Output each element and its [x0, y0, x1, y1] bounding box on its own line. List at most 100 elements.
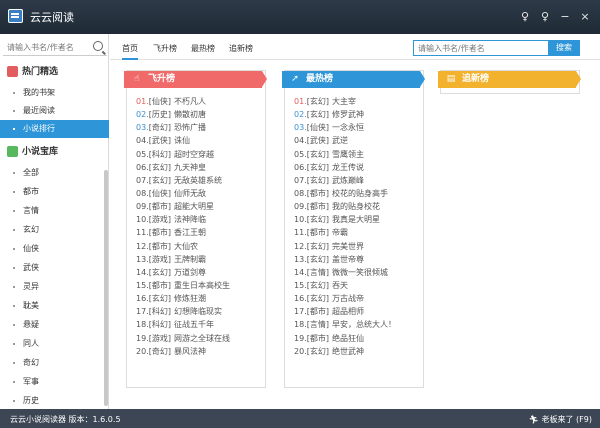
book-title-link[interactable]: 九天神皇 — [174, 163, 206, 172]
book-title-link[interactable]: 吞天 — [332, 281, 348, 290]
book-title-link[interactable]: 一念永恒 — [332, 123, 364, 132]
sidebar-item-fantasy[interactable]: 玄幻 — [0, 221, 109, 239]
sidebar-item-wuxia[interactable]: 武侠 — [0, 259, 109, 277]
book-title-link[interactable]: 万道剑尊 — [174, 268, 206, 277]
book-title-link[interactable]: 帝霸 — [332, 228, 348, 237]
sidebar-scrollbar[interactable] — [104, 170, 108, 406]
book-title-link[interactable]: 重生日本高校生 — [174, 281, 230, 290]
book-title-link[interactable]: 幻想降临现实 — [174, 307, 222, 316]
search-icon[interactable] — [93, 41, 103, 51]
ranking-row[interactable]: 10.[游戏] 法神降临 — [136, 213, 230, 226]
book-title-link[interactable]: 雪鹰领主 — [332, 150, 364, 159]
ranking-row[interactable]: 06.[玄幻] 龙王传说 — [294, 161, 396, 174]
book-title-link[interactable]: 懒散初唐 — [174, 110, 206, 119]
book-title-link[interactable]: 暴风法神 — [174, 347, 206, 356]
ranking-row[interactable]: 11.[都市] 帝霸 — [294, 226, 396, 239]
ranking-row[interactable]: 08.[都市] 校花的贴身高手 — [294, 187, 396, 200]
book-title-link[interactable]: 超时空穿越 — [174, 150, 214, 159]
ranking-row[interactable]: 16.[玄幻] 万古战帝 — [294, 292, 396, 305]
ranking-row[interactable]: 06.[玄幻] 九天神皇 — [136, 161, 230, 174]
ranking-row[interactable]: 04.[武侠] 武逆 — [294, 134, 396, 147]
ranking-row[interactable]: 09.[都市] 我的贴身校花 — [294, 200, 396, 213]
ranking-row[interactable]: 03.[仙侠] 一念永恒 — [294, 121, 396, 134]
book-title-link[interactable]: 万古战帝 — [332, 294, 364, 303]
book-title-link[interactable]: 我的贴身校花 — [332, 202, 380, 211]
ranking-row[interactable]: 07.[玄幻] 无敌英雄系统 — [136, 174, 230, 187]
book-title-link[interactable]: 绝世武神 — [332, 347, 364, 356]
book-title-link[interactable]: 大主宰 — [332, 97, 356, 106]
ranking-row[interactable]: 04.[武侠] 诛仙 — [136, 134, 230, 147]
book-title-link[interactable]: 无敌英雄系统 — [174, 176, 222, 185]
sidebar-item-ranking[interactable]: 小说排行 — [0, 120, 109, 138]
boss-key-button[interactable]: 🏃︎ 老板来了 (F9) — [529, 414, 592, 425]
ranking-row[interactable]: 05.[科幻] 超时空穿越 — [136, 148, 230, 161]
book-title-link[interactable]: 完美世界 — [332, 242, 364, 251]
ranking-row[interactable]: 02.[历史] 懒散初唐 — [136, 108, 230, 121]
ranking-row[interactable]: 18.[科幻] 征战五千年 — [136, 318, 230, 331]
main-search-input[interactable] — [414, 41, 544, 55]
ranking-row[interactable]: 20.[玄幻] 绝世武神 — [294, 345, 396, 358]
book-title-link[interactable]: 香江王朝 — [174, 228, 206, 237]
sidebar-item-recent[interactable]: 最近阅读 — [0, 102, 109, 120]
search-button[interactable]: 搜索 — [548, 40, 580, 56]
tab-rising[interactable]: 飞升榜 — [153, 43, 177, 54]
book-title-link[interactable]: 诛仙 — [174, 136, 190, 145]
book-title-link[interactable]: 大仙农 — [174, 242, 198, 251]
ranking-row[interactable]: 18.[言情] 早安，总统大人！ — [294, 318, 396, 331]
sidebar-item-fanfic[interactable]: 同人 — [0, 335, 109, 353]
ranking-row[interactable]: 01.[玄幻] 大主宰 — [294, 95, 396, 108]
book-title-link[interactable]: 法神降临 — [174, 215, 206, 224]
book-title-link[interactable]: 超能大明星 — [174, 202, 214, 211]
ranking-row[interactable]: 07.[玄幻] 武炼巅峰 — [294, 174, 396, 187]
sidebar-item-all[interactable]: 全部 — [0, 164, 109, 182]
book-title-link[interactable]: 绝品狂仙 — [332, 334, 364, 343]
ranking-row[interactable]: 05.[玄幻] 雪鹰领主 — [294, 148, 396, 161]
tab-home[interactable]: 首页 — [122, 43, 138, 60]
sidebar-item-supernatural[interactable]: 灵异 — [0, 278, 109, 296]
ranking-row[interactable]: 19.[游戏] 网游之全球在线 — [136, 332, 230, 345]
book-title-link[interactable]: 不朽凡人 — [174, 97, 206, 106]
ranking-row[interactable]: 11.[都市] 香江王朝 — [136, 226, 230, 239]
book-title-link[interactable]: 超品相师 — [332, 307, 364, 316]
book-title-link[interactable]: 龙王传说 — [332, 163, 364, 172]
sidebar-item-urban[interactable]: 都市 — [0, 183, 109, 201]
ranking-row[interactable]: 13.[游戏] 王牌制霸 — [136, 253, 230, 266]
ranking-row[interactable]: 17.[都市] 超品相师 — [294, 305, 396, 318]
book-title-link[interactable]: 早安，总统大人！ — [332, 320, 396, 329]
skin-icon[interactable]: ♀ — [516, 6, 534, 28]
book-title-link[interactable]: 校花的贴身高手 — [332, 189, 388, 198]
sidebar-item-military[interactable]: 军事 — [0, 373, 109, 391]
book-title-link[interactable]: 修罗武神 — [332, 110, 364, 119]
book-title-link[interactable]: 王牌制霸 — [174, 255, 206, 264]
sidebar-item-bookshelf[interactable]: 我的书架 — [0, 84, 109, 102]
ranking-row[interactable]: 17.[科幻] 幻想降临现实 — [136, 305, 230, 318]
tab-newest[interactable]: 追新榜 — [229, 43, 253, 54]
ranking-row[interactable]: 15.[玄幻] 吞天 — [294, 279, 396, 292]
sidebar-item-magic[interactable]: 奇幻 — [0, 354, 109, 372]
book-title-link[interactable]: 修炼狂潮 — [174, 294, 206, 303]
ranking-row[interactable]: 16.[玄幻] 修炼狂潮 — [136, 292, 230, 305]
book-title-link[interactable]: 仙师无敌 — [174, 189, 206, 198]
ranking-row[interactable]: 15.[都市] 重生日本高校生 — [136, 279, 230, 292]
ranking-row[interactable]: 12.[玄幻] 完美世界 — [294, 240, 396, 253]
sidebar-item-mystery[interactable]: 悬疑 — [0, 316, 109, 334]
sidebar-item-danmei[interactable]: 耽美 — [0, 297, 109, 315]
ranking-row[interactable]: 14.[玄幻] 万道剑尊 — [136, 266, 230, 279]
tab-hottest[interactable]: 最热榜 — [191, 43, 215, 54]
book-title-link[interactable]: 恐怖广播 — [174, 123, 206, 132]
book-title-link[interactable]: 微微一笑很倾城 — [332, 268, 388, 277]
sidebar-item-xianxia[interactable]: 仙侠 — [0, 240, 109, 258]
close-icon[interactable]: × — [576, 6, 594, 28]
ranking-row[interactable]: 08.[仙侠] 仙师无敌 — [136, 187, 230, 200]
sidebar-item-history[interactable]: 历史 — [0, 392, 109, 410]
ranking-row[interactable]: 10.[玄幻] 我真是大明星 — [294, 213, 396, 226]
sidebar-search-input[interactable] — [3, 38, 91, 56]
book-title-link[interactable]: 我真是大明星 — [332, 215, 380, 224]
minimize-icon[interactable]: − — [556, 6, 574, 28]
ranking-row[interactable]: 14.[言情] 微微一笑很倾城 — [294, 266, 396, 279]
book-title-link[interactable]: 征战五千年 — [174, 320, 214, 329]
book-title-link[interactable]: 盖世帝尊 — [332, 255, 364, 264]
ranking-row[interactable]: 12.[都市] 大仙农 — [136, 240, 230, 253]
sidebar-item-romance[interactable]: 言情 — [0, 202, 109, 220]
settings-icon[interactable]: ♀ — [536, 6, 554, 28]
